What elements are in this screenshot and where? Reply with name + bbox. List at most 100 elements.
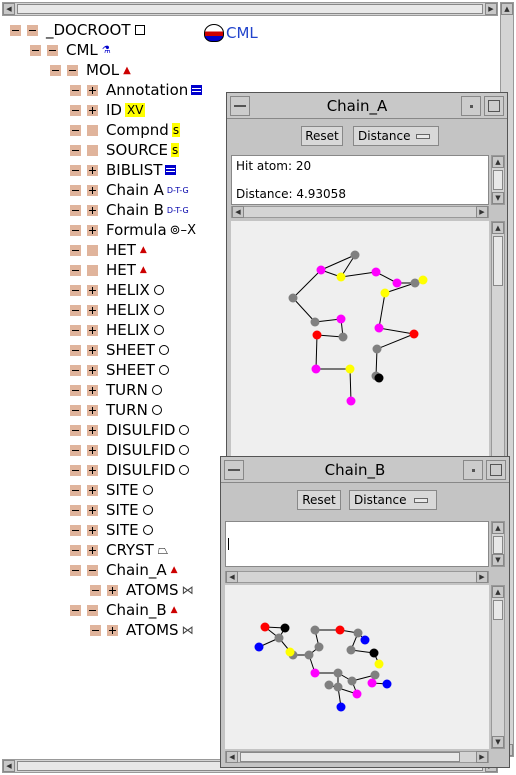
- molecule-viewer[interactable]: [225, 585, 489, 749]
- collapse-icon[interactable]: [90, 584, 101, 596]
- mode-select[interactable]: Distance: [349, 490, 437, 510]
- atom-node[interactable]: [418, 275, 428, 285]
- collapse-icon[interactable]: [70, 104, 81, 116]
- tree-item[interactable]: Compnd s: [70, 120, 181, 140]
- atom-node[interactable]: [324, 680, 334, 690]
- atom-node[interactable]: [274, 633, 284, 643]
- tree-item[interactable]: SITE: [70, 520, 153, 540]
- tree-item[interactable]: HET ▲: [70, 240, 147, 260]
- collapse-icon[interactable]: [70, 424, 81, 436]
- expand-icon[interactable]: [87, 364, 98, 376]
- collapse-icon[interactable]: [50, 64, 61, 76]
- collapse-icon[interactable]: [70, 284, 81, 296]
- tree-node-mol[interactable]: MOL ▲: [50, 60, 131, 80]
- atom-node[interactable]: [352, 689, 362, 699]
- expand-icon[interactable]: [87, 564, 98, 576]
- tree-top-scrollbar[interactable]: ◀ ▶: [2, 2, 498, 16]
- tree-item[interactable]: CRYST ⏢: [70, 540, 168, 560]
- chain-b-molecule[interactable]: [225, 585, 489, 749]
- atom-node[interactable]: [310, 668, 320, 678]
- tree-item[interactable]: TURN: [70, 400, 162, 420]
- mode-select[interactable]: Distance: [353, 126, 439, 146]
- atom-node[interactable]: [380, 288, 390, 298]
- atom-node[interactable]: [371, 267, 381, 277]
- reset-button[interactable]: Reset: [297, 490, 341, 510]
- tree-item[interactable]: ATOMS ⋈: [90, 620, 194, 640]
- expand-icon[interactable]: [87, 484, 98, 496]
- atom-node[interactable]: [310, 317, 320, 327]
- tree-item[interactable]: Chain_B ▲: [70, 600, 178, 620]
- atom-node[interactable]: [409, 329, 419, 339]
- tree-item[interactable]: DISULFID: [70, 460, 190, 480]
- scroll-thumb[interactable]: [493, 536, 503, 554]
- info-scrollbar[interactable]: ▲ ▼: [491, 521, 505, 567]
- maximize-button[interactable]: [486, 460, 506, 480]
- tree-item[interactable]: ID XV: [70, 100, 146, 120]
- info-scrollbar[interactable]: ▲ ▼: [491, 155, 505, 205]
- expand-icon[interactable]: [87, 384, 98, 396]
- tree-item[interactable]: DISULFID: [70, 420, 190, 440]
- maximize-button[interactable]: [484, 96, 504, 116]
- tree-item[interactable]: DISULFID: [70, 440, 190, 460]
- atom-node[interactable]: [285, 647, 295, 657]
- collapse-icon[interactable]: [70, 364, 81, 376]
- atom-node[interactable]: [336, 272, 346, 282]
- tree-item[interactable]: SITE: [70, 480, 153, 500]
- tree-item[interactable]: Chain A D-T-G: [70, 180, 189, 200]
- expand-icon[interactable]: [87, 444, 98, 456]
- info-text[interactable]: [225, 521, 489, 567]
- collapse-icon[interactable]: [90, 624, 101, 636]
- expand-icon[interactable]: [87, 324, 98, 336]
- collapse-icon[interactable]: [70, 504, 81, 516]
- collapse-icon[interactable]: [70, 224, 81, 236]
- collapse-icon[interactable]: [10, 24, 21, 36]
- molecule-viewer[interactable]: [231, 221, 489, 461]
- expand-icon[interactable]: [87, 344, 98, 356]
- leaf-icon[interactable]: [87, 244, 98, 256]
- collapse-icon[interactable]: [70, 164, 81, 176]
- atom-node[interactable]: [367, 678, 377, 688]
- info-text[interactable]: Hit atom: 20 Distance: 4.93058: [231, 155, 489, 205]
- viewer-h-scrollbar[interactable]: ◀ ▶: [225, 751, 489, 763]
- collapse-icon[interactable]: [30, 44, 41, 56]
- minimize-button[interactable]: [463, 460, 483, 480]
- tree-item[interactable]: Formula ⊚–X: [70, 220, 196, 240]
- collapse-icon[interactable]: [70, 344, 81, 356]
- tree-node-docroot[interactable]: _DOCROOT: [10, 20, 145, 40]
- atom-node[interactable]: [410, 278, 420, 288]
- atom-node[interactable]: [316, 265, 326, 275]
- scroll-right-icon[interactable]: ▶: [476, 206, 488, 218]
- scroll-left-icon[interactable]: ◀: [226, 751, 238, 763]
- scroll-down-icon[interactable]: ▼: [492, 554, 504, 566]
- leaf-icon[interactable]: [87, 124, 98, 136]
- scroll-thumb[interactable]: [17, 4, 483, 14]
- atom-node[interactable]: [310, 625, 320, 635]
- expand-icon[interactable]: [87, 404, 98, 416]
- atom-node[interactable]: [311, 364, 321, 374]
- collapse-icon[interactable]: [70, 304, 81, 316]
- atom-node[interactable]: [333, 668, 343, 678]
- scroll-left-icon[interactable]: ◀: [226, 571, 238, 583]
- atom-node[interactable]: [347, 676, 357, 686]
- collapse-icon[interactable]: [70, 144, 81, 156]
- expand-icon[interactable]: [87, 424, 98, 436]
- scroll-left-icon[interactable]: ◀: [3, 3, 15, 15]
- collapse-icon[interactable]: [70, 444, 81, 456]
- window-menu-button[interactable]: [224, 460, 244, 480]
- tree-item[interactable]: HELIX: [70, 320, 164, 340]
- collapse-icon[interactable]: [70, 604, 81, 616]
- collapse-icon[interactable]: [70, 324, 81, 336]
- collapse-icon[interactable]: [67, 64, 78, 76]
- collapse-icon[interactable]: [70, 524, 81, 536]
- collapse-icon[interactable]: [27, 24, 38, 36]
- tree-item[interactable]: TURN: [70, 380, 162, 400]
- chain-a-molecule[interactable]: [231, 221, 489, 461]
- expand-icon[interactable]: [87, 284, 98, 296]
- viewer-scrollbar[interactable]: ▲: [491, 221, 505, 461]
- atom-node[interactable]: [336, 314, 346, 324]
- expand-icon[interactable]: [87, 604, 98, 616]
- expand-icon[interactable]: [87, 464, 98, 476]
- atom-node[interactable]: [312, 330, 322, 340]
- atom-node[interactable]: [346, 396, 356, 406]
- scroll-right-icon[interactable]: ▶: [476, 571, 488, 583]
